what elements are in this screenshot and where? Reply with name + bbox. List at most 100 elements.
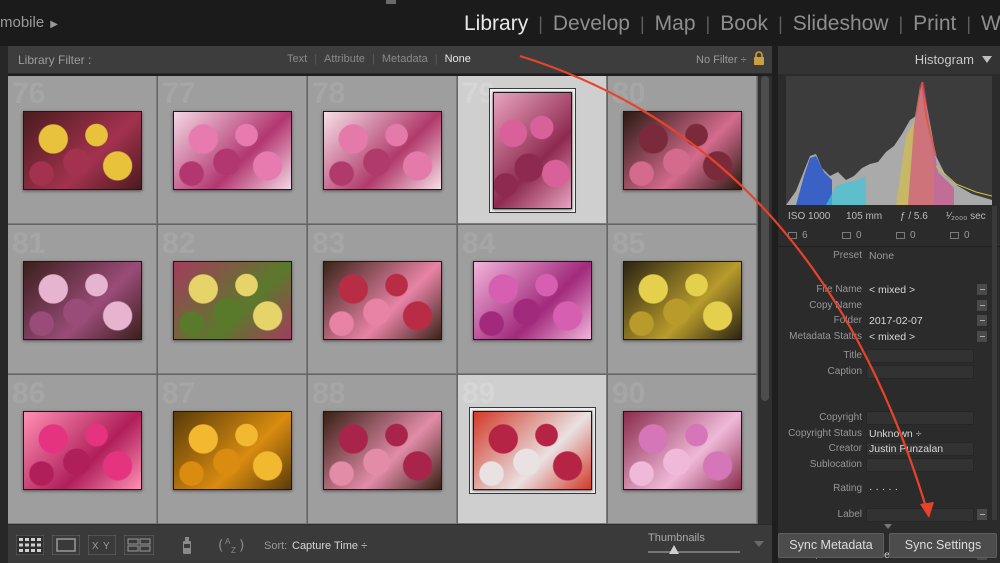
metadata-status-action-button[interactable]: [976, 330, 988, 343]
thumbnail-size-slider[interactable]: [648, 551, 740, 553]
bottom-panel-toggle-icon[interactable]: [884, 524, 892, 529]
photo-thumbnail[interactable]: [473, 261, 592, 340]
right-panel-scrollbar[interactable]: [992, 206, 997, 520]
cell-index-number: 80: [612, 77, 646, 110]
thumbnail-cell[interactable]: 79: [458, 76, 607, 224]
thumbnail-cell[interactable]: 77: [158, 76, 307, 224]
survey-view-icon[interactable]: [124, 535, 154, 555]
photo-thumbnail[interactable]: [323, 411, 442, 490]
left-panel-edge[interactable]: [0, 46, 8, 563]
photo-thumbnail[interactable]: [23, 411, 142, 490]
filter-option-attribute[interactable]: Attribute: [317, 53, 372, 65]
rating-label: Rating: [833, 483, 862, 494]
filter-option-none[interactable]: None: [438, 53, 478, 65]
photo-thumbnail[interactable]: [173, 111, 292, 190]
label-field[interactable]: [866, 508, 974, 522]
copy-name-label: Copy Name: [809, 300, 862, 311]
folder-action-button[interactable]: [976, 314, 988, 327]
thumbnail-cell[interactable]: 76: [8, 76, 157, 224]
toolbar-menu-chevron-down-icon[interactable]: [754, 541, 764, 547]
copy-name-action-button[interactable]: [976, 299, 988, 312]
library-filter-bar: Library Filter : Text | Attribute | Metadata…: [8, 46, 772, 74]
thumbnail-cell[interactable]: 78: [308, 76, 457, 224]
cell-index-number: 78: [312, 77, 346, 110]
collapse-triangle-icon[interactable]: [982, 56, 992, 63]
photo-thumbnail[interactable]: [23, 261, 142, 340]
thumbnail-cell[interactable]: 82: [158, 225, 307, 374]
grid-scroll-thumb[interactable]: [761, 76, 769, 401]
title-field[interactable]: [866, 349, 974, 363]
thumbnail-cell[interactable]: 87: [158, 375, 307, 524]
photo-thumbnail[interactable]: [623, 411, 742, 490]
library-filter-label: Library Filter :: [18, 53, 92, 67]
file-name-value[interactable]: < mixed >: [869, 284, 915, 296]
histogram-graph[interactable]: [786, 76, 992, 205]
lock-icon[interactable]: [753, 51, 765, 65]
filter-preset-dropdown[interactable]: No Filter ÷: [696, 54, 747, 66]
photo-thumbnail[interactable]: [623, 111, 742, 190]
photo-thumbnail[interactable]: [473, 411, 592, 490]
thumbnail-cell[interactable]: 89: [458, 375, 607, 524]
copyright-field[interactable]: [866, 411, 974, 425]
thumbnail-cell[interactable]: 80: [608, 76, 757, 224]
thumbnail-cell[interactable]: 88: [308, 375, 457, 524]
photo-thumbnail[interactable]: [623, 261, 742, 340]
filter-option-text[interactable]: Text: [280, 53, 314, 65]
photo-thumbnail[interactable]: [23, 111, 142, 190]
identity-text: mobile: [0, 14, 45, 31]
sort-direction-icon[interactable]: ( A Z ): [218, 535, 254, 555]
thumbnail-grid[interactable]: 76 77 78 79 80 81 82 83 84 85 86 87 88 89 90: [8, 76, 758, 524]
metadata-status-value[interactable]: < mixed >: [869, 331, 915, 343]
filter-option-metadata[interactable]: Metadata: [375, 53, 435, 65]
caption-field[interactable]: [866, 365, 974, 379]
thumbnail-cell[interactable]: 81: [8, 225, 157, 374]
svg-text:Y: Y: [103, 541, 110, 552]
sublocation-field[interactable]: [866, 458, 974, 472]
photo-thumbnail[interactable]: [323, 111, 442, 190]
thumbnail-cell[interactable]: 90: [608, 375, 757, 524]
grid-view-icon[interactable]: [16, 535, 44, 555]
identity-menu-arrow-icon[interactable]: ▶: [50, 19, 58, 30]
top-panel-toggle-icon[interactable]: [386, 0, 396, 4]
compare-view-icon[interactable]: X Y: [88, 535, 116, 555]
folder-value[interactable]: 2017-02-07: [869, 315, 923, 327]
sync-settings-button[interactable]: Sync Settings: [889, 533, 997, 558]
module-slideshow[interactable]: Slideshow: [783, 12, 899, 36]
photo-thumbnail[interactable]: [493, 92, 572, 209]
metadata-status-label: Metadata Status: [789, 331, 862, 342]
module-picker: Library | Develop | Map | Book | Slideshow | Print…: [454, 12, 1000, 36]
file-name-action-button[interactable]: [976, 283, 988, 296]
thumbnail-cell[interactable]: 85: [608, 225, 757, 374]
module-map[interactable]: Map: [645, 12, 706, 36]
module-book[interactable]: Book: [710, 12, 778, 36]
copyright-status-value[interactable]: Unknown ÷: [869, 428, 921, 440]
spray-can-icon[interactable]: [180, 535, 194, 555]
loupe-view-icon[interactable]: [52, 535, 80, 555]
sort-label: Sort:: [264, 540, 288, 552]
module-we[interactable]: We: [971, 12, 1000, 36]
module-develop[interactable]: Develop: [543, 12, 640, 36]
histogram-header[interactable]: Histogram: [778, 46, 1000, 74]
identity-plate[interactable]: mobile ▶: [0, 14, 58, 31]
thumbnail-cell[interactable]: 83: [308, 225, 457, 374]
thumbnail-size-slider-knob[interactable]: [668, 545, 679, 554]
photo-thumbnail[interactable]: [323, 261, 442, 340]
cell-index-number: 86: [12, 377, 46, 410]
photo-thumbnail[interactable]: [173, 411, 292, 490]
cell-index-number: 84: [462, 227, 496, 260]
svg-text:): ): [239, 538, 244, 554]
grid-scrollbar[interactable]: [758, 76, 772, 524]
thumbnail-cell[interactable]: 86: [8, 375, 157, 524]
photo-thumbnail[interactable]: [173, 261, 292, 340]
right-panel: Histogram ISO 1000 105 mm ƒ / 5.6 ¹⁄₂₀₀₀…: [778, 46, 1000, 563]
label-label: Label: [837, 509, 862, 520]
metadata-preset-value[interactable]: None: [869, 250, 894, 262]
sort-dropdown[interactable]: Capture Time ÷: [292, 540, 367, 552]
creator-value[interactable]: Justin Punzalan: [869, 443, 943, 455]
sync-metadata-button[interactable]: Sync Metadata: [778, 533, 884, 558]
label-action-button[interactable]: [976, 508, 988, 521]
thumbnail-cell[interactable]: 84: [458, 225, 607, 374]
rating-value[interactable]: · · · · ·: [869, 483, 898, 495]
module-print[interactable]: Print: [903, 12, 966, 36]
module-library[interactable]: Library: [454, 12, 538, 36]
